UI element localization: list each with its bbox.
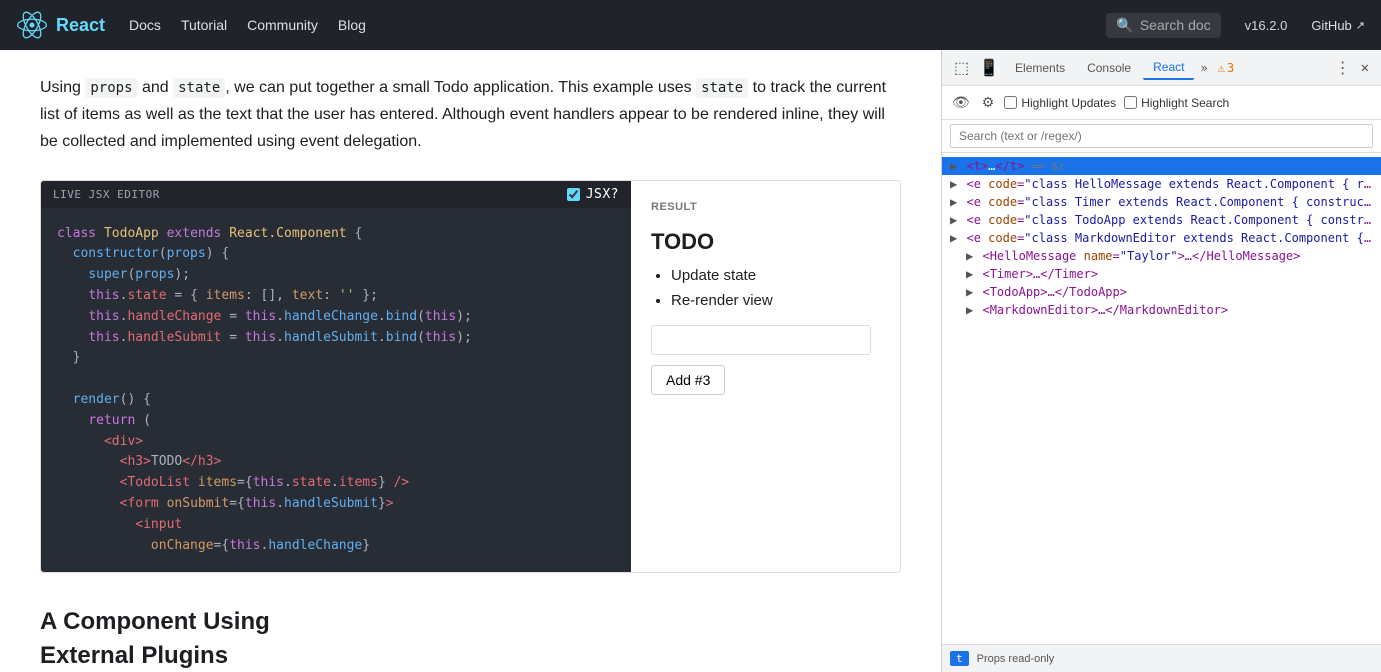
highlight-search-label[interactable]: Highlight Search xyxy=(1124,96,1229,110)
github-link[interactable]: GitHub ↗ xyxy=(1311,18,1365,33)
section-heading: A Component Using External Plugins xyxy=(40,605,901,672)
warning-icon: ⚠ xyxy=(1218,61,1225,75)
eye-icon: 👁 xyxy=(952,94,970,110)
todo-title: TODO xyxy=(651,229,880,255)
highlight-search-checkbox[interactable] xyxy=(1124,96,1137,109)
devtools-search-input[interactable] xyxy=(950,124,1373,148)
devtools-menu-btn[interactable]: ⋮ xyxy=(1331,54,1355,81)
tree-node-e-timer[interactable]: ▶ <e code="class Timer extends React.Com… xyxy=(942,193,1381,211)
tree-toggle: ▶ xyxy=(950,231,957,245)
editor-header-label: LIVE JSX EDITOR xyxy=(53,188,160,201)
react-logo-icon xyxy=(16,9,48,41)
jsx-label: JSX? xyxy=(586,187,619,202)
jsx-editor-panel: LIVE JSX EDITOR JSX? class TodoApp exten… xyxy=(41,181,631,573)
search-bar[interactable]: 🔍 Search doc xyxy=(1106,13,1220,38)
devtools-search-bar xyxy=(942,120,1381,153)
heading-line1: A Component Using xyxy=(40,608,270,635)
highlight-search-text: Highlight Search xyxy=(1141,96,1229,110)
tree-node-timer[interactable]: ▶ <Timer>…</Timer> xyxy=(942,265,1381,283)
search-placeholder-text: Search doc xyxy=(1140,17,1211,33)
main-layout: Using props and state, we can put togeth… xyxy=(0,50,1381,672)
device-icon-btn[interactable]: 📱 xyxy=(975,54,1003,82)
inspect-icon: ⬚ xyxy=(954,60,969,77)
settings-icon-btn[interactable]: ⚙ xyxy=(980,92,997,113)
state-code2: state xyxy=(696,78,748,98)
devtools-panel: ⬚ 📱 Elements Console React » ⚠ 3 ⋮ ✕ 👁 ⚙ xyxy=(941,50,1381,672)
highlight-updates-text: Highlight Updates xyxy=(1021,96,1116,110)
tree-node-e-hello[interactable]: ▶ <e code="class HelloMessage extends Re… xyxy=(942,175,1381,193)
search-icon: 🔍 xyxy=(1116,17,1133,34)
devtools-tabs: ⬚ 📱 Elements Console React » ⚠ 3 ⋮ ✕ xyxy=(942,50,1381,86)
result-panel: RESULT TODO Update state Re-render view … xyxy=(631,181,900,573)
nav-link-blog[interactable]: Blog xyxy=(338,17,366,33)
add-button[interactable]: Add #3 xyxy=(651,365,725,395)
props-code: props xyxy=(85,78,137,98)
tree-toggle: ▶ xyxy=(950,195,957,209)
alert-badge: ⚠ 3 xyxy=(1218,61,1234,75)
tree-toggle: ▶ xyxy=(966,249,973,263)
tab-elements[interactable]: Elements xyxy=(1005,57,1075,79)
intro-paragraph: Using props and state, we can put togeth… xyxy=(40,74,901,156)
jsx-checkbox[interactable] xyxy=(567,188,580,201)
editor-code: class TodoApp extends React.Component { … xyxy=(41,208,631,573)
tree-toggle: ▶ xyxy=(966,303,973,317)
tree-toggle: ▶ xyxy=(950,159,957,173)
logo-text: React xyxy=(56,15,105,36)
content-area: Using props and state, we can put togeth… xyxy=(0,50,941,672)
logo[interactable]: React xyxy=(16,9,105,41)
eye-icon-btn[interactable]: 👁 xyxy=(950,92,972,113)
tree-toggle: ▶ xyxy=(950,213,957,227)
todo-list: Update state Re-render view xyxy=(651,267,880,309)
heading-line2: External Plugins xyxy=(40,642,228,669)
devtools-toolbar: 👁 ⚙ Highlight Updates Highlight Search xyxy=(942,86,1381,120)
more-tabs-btn[interactable]: » xyxy=(1196,57,1211,79)
version-badge: v16.2.0 xyxy=(1245,18,1288,33)
top-navigation: React Docs Tutorial Community Blog 🔍 Sea… xyxy=(0,0,1381,50)
tree-node-markdown-editor[interactable]: ▶ <MarkdownEditor>…</MarkdownEditor> xyxy=(942,301,1381,319)
list-item: Update state xyxy=(671,267,880,284)
devtools-bottom-bar: t Props read-only xyxy=(942,644,1381,672)
tree-node-todoapp[interactable]: ▶ <TodoApp>…</TodoApp> xyxy=(942,283,1381,301)
jsx-toggle[interactable]: JSX? xyxy=(567,187,619,202)
tree-node-t[interactable]: ▶ <t>…</t> == $r xyxy=(942,157,1381,175)
devtools-close-btn[interactable]: ✕ xyxy=(1357,56,1373,80)
tab-console[interactable]: Console xyxy=(1077,57,1141,79)
gear-icon: ⚙ xyxy=(982,94,995,110)
alert-count: 3 xyxy=(1227,61,1234,75)
state-code: state xyxy=(173,78,225,98)
selected-tag-badge: t xyxy=(950,651,969,666)
nav-link-tutorial[interactable]: Tutorial xyxy=(181,17,227,33)
props-label: Props read-only xyxy=(977,653,1055,665)
tree-node-hello-message[interactable]: ▶ <HelloMessage name="Taylor">…</HelloMe… xyxy=(942,247,1381,265)
tree-toggle: ▶ xyxy=(966,285,973,299)
devtools-element-tree: ▶ <t>…</t> == $r ▶ <e code="class HelloM… xyxy=(942,153,1381,644)
tree-node-e-markdown[interactable]: ▶ <e code="class MarkdownEditor extends … xyxy=(942,229,1381,247)
result-header: RESULT xyxy=(651,201,880,213)
editor-header: LIVE JSX EDITOR JSX? xyxy=(41,181,631,208)
tab-react[interactable]: React xyxy=(1143,56,1194,80)
nav-links: Docs Tutorial Community Blog xyxy=(129,17,366,33)
nav-link-community[interactable]: Community xyxy=(247,17,318,33)
nav-link-docs[interactable]: Docs xyxy=(129,17,161,33)
tree-toggle: ▶ xyxy=(950,177,957,191)
external-link-icon: ↗ xyxy=(1356,19,1365,32)
device-icon: 📱 xyxy=(979,60,999,77)
highlight-updates-label[interactable]: Highlight Updates xyxy=(1004,96,1116,110)
list-item: Re-render view xyxy=(671,292,880,309)
todo-input[interactable] xyxy=(651,325,871,355)
github-text: GitHub xyxy=(1311,18,1351,33)
tree-node-e-todo[interactable]: ▶ <e code="class TodoApp extends React.C… xyxy=(942,211,1381,229)
editor-result-row: LIVE JSX EDITOR JSX? class TodoApp exten… xyxy=(40,180,901,574)
tree-toggle: ▶ xyxy=(966,267,973,281)
code-block: class TodoApp extends React.Component { … xyxy=(57,224,615,557)
highlight-updates-checkbox[interactable] xyxy=(1004,96,1017,109)
inspect-icon-btn[interactable]: ⬚ xyxy=(950,54,973,82)
